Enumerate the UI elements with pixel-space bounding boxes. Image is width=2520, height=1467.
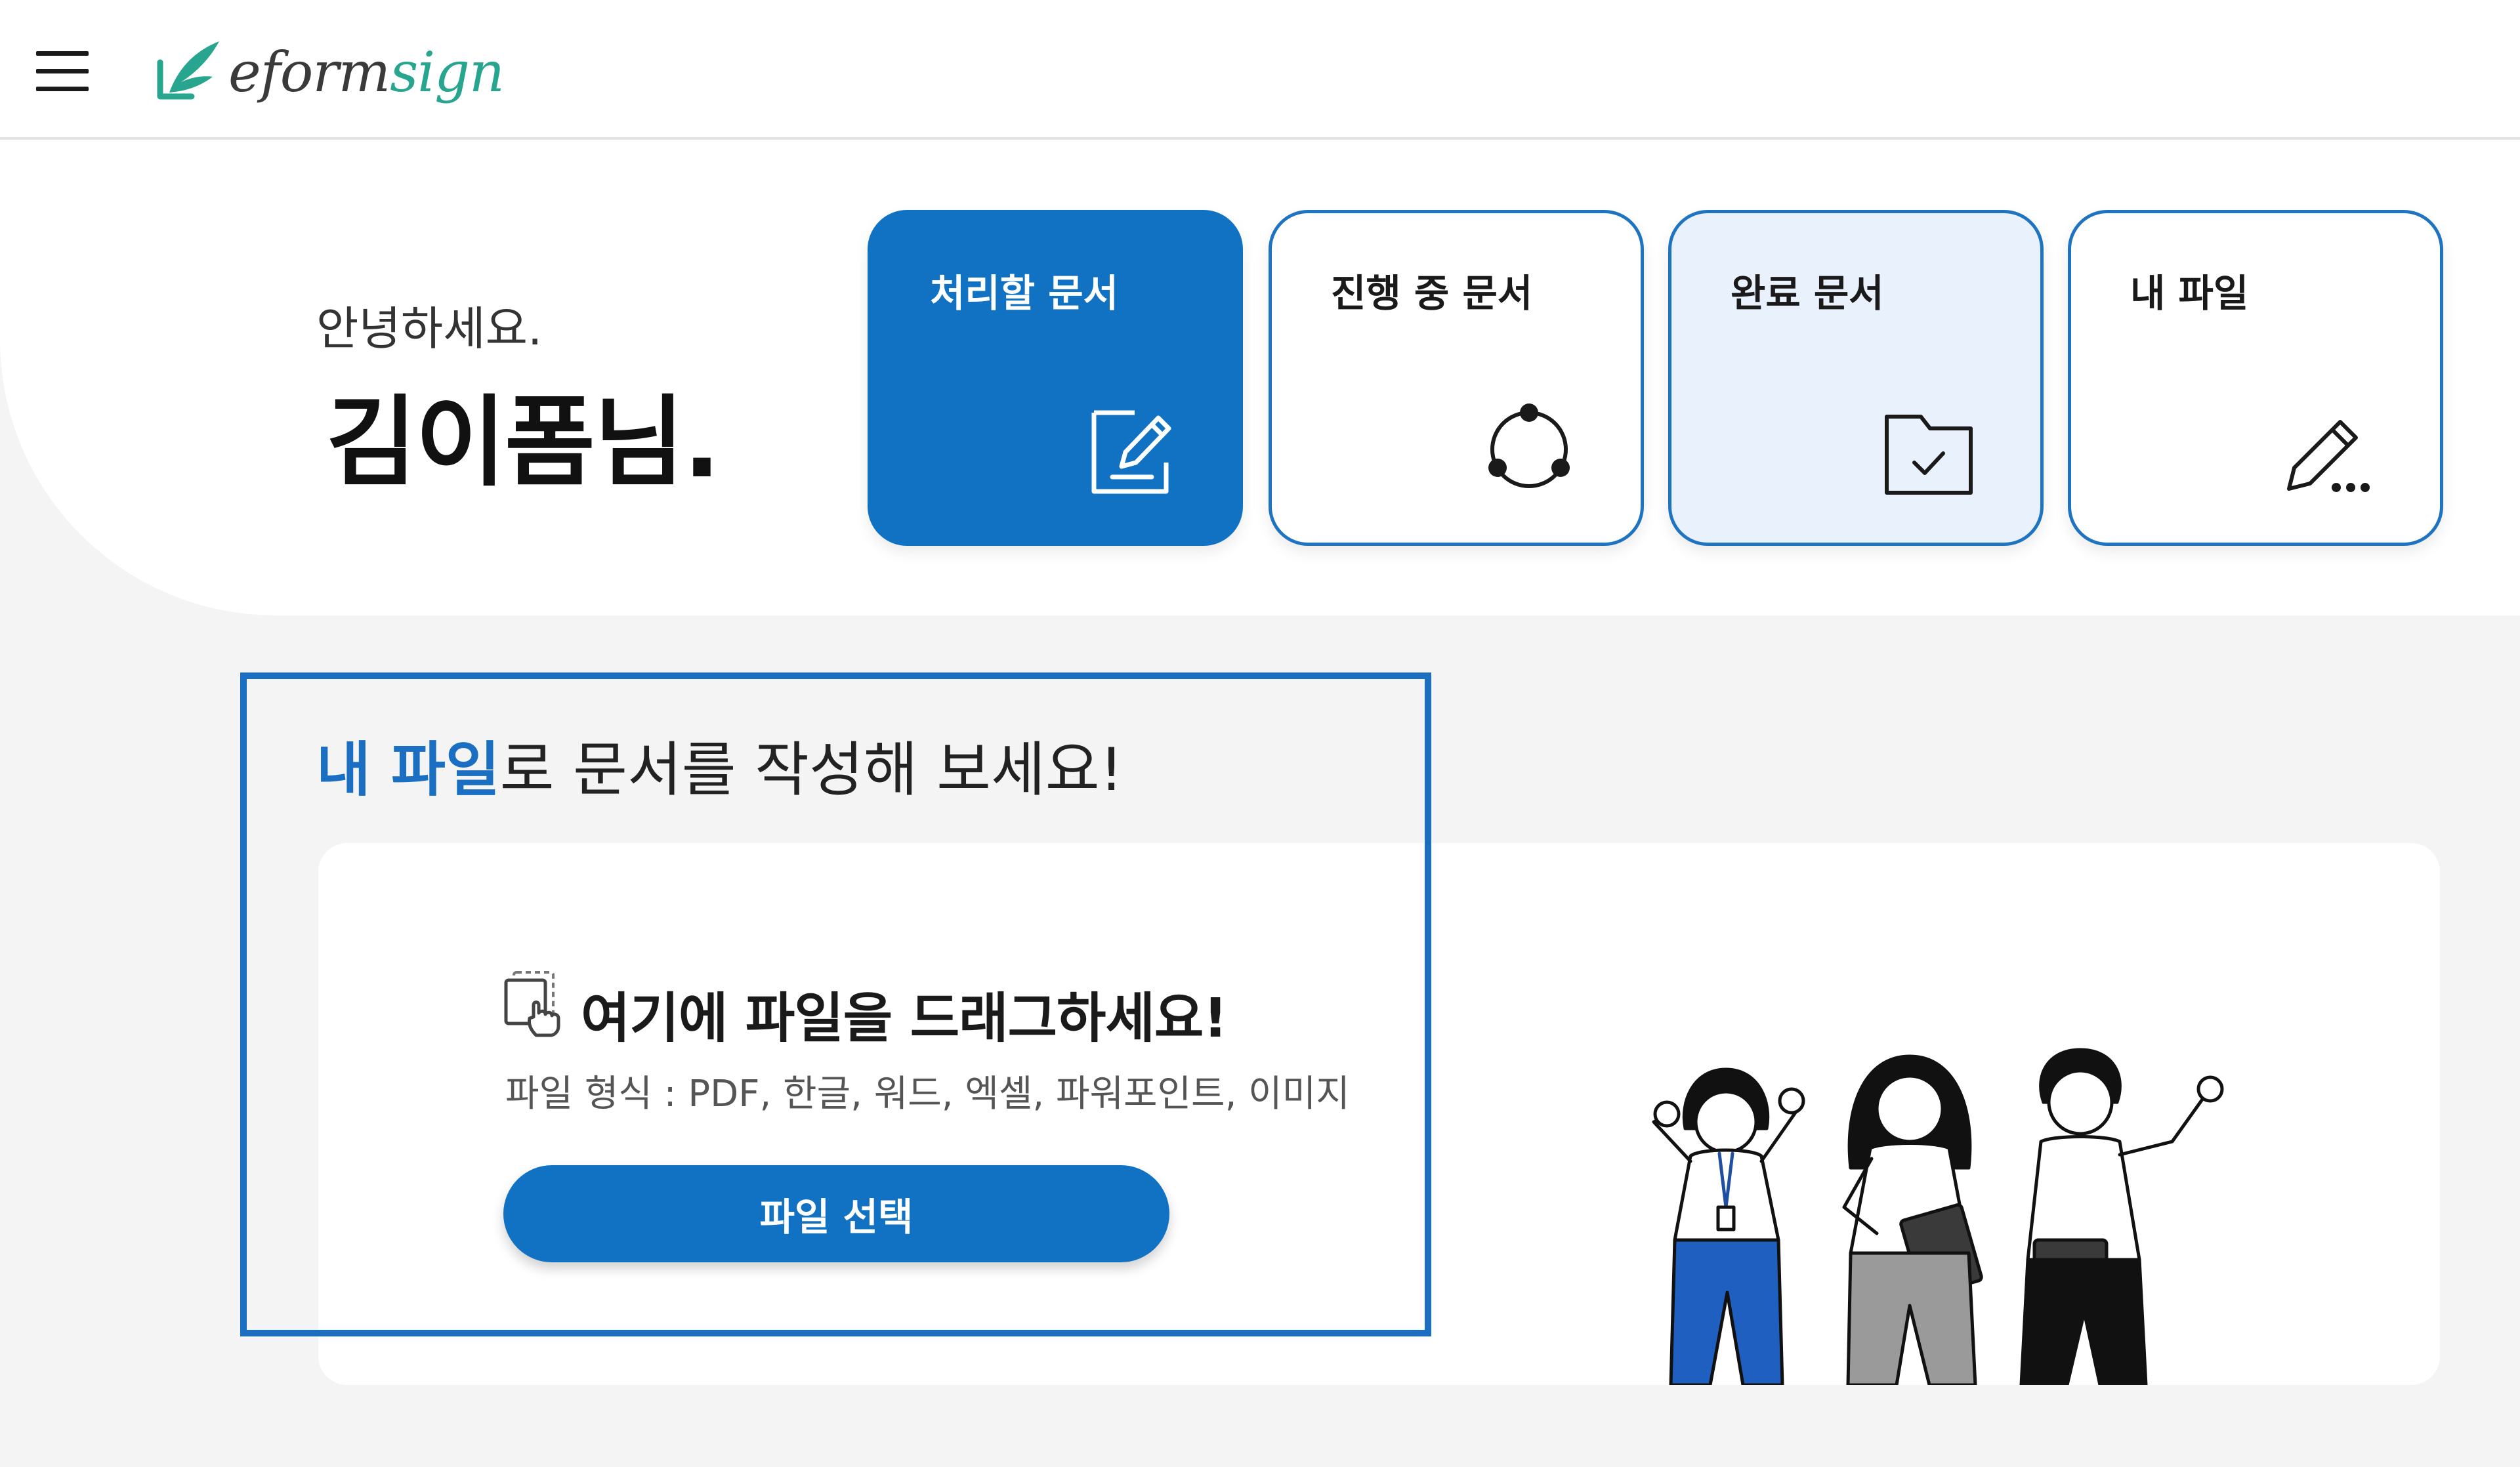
cycle-icon bbox=[1488, 403, 1570, 488]
section-title-rest: 로 문서를 작성해 보세요! bbox=[499, 735, 1124, 804]
eformsign-logo[interactable]: eformsign bbox=[152, 30, 505, 115]
card-my-files[interactable]: 내 파일 bbox=[2068, 210, 2443, 546]
folder-check-icon bbox=[1885, 415, 1973, 495]
logo-mark-icon bbox=[157, 41, 219, 100]
greeting-text: 안녕하세요. bbox=[316, 302, 543, 356]
menu-icon[interactable] bbox=[36, 51, 89, 92]
card-in-progress-documents[interactable]: 진행 중 문서 bbox=[1269, 210, 1644, 546]
top-header: eformsign bbox=[0, 0, 2520, 140]
user-name: 김이폼님. bbox=[326, 386, 721, 500]
select-file-button[interactable]: 파일 선택 bbox=[503, 1165, 1169, 1262]
card-label: 완료 문서 bbox=[1731, 271, 1884, 316]
logo-wordmark: eformsign bbox=[228, 40, 505, 104]
card-label: 진행 중 문서 bbox=[1331, 271, 1533, 316]
pencil-more-icon bbox=[2287, 420, 2370, 492]
section-title-highlight: 내 파일 bbox=[316, 735, 500, 804]
card-label: 내 파일 bbox=[2130, 271, 2249, 316]
people-illustration bbox=[1652, 1048, 2224, 1385]
dropzone-title: 여기에 파일을 드래그하세요! bbox=[581, 987, 1228, 1050]
document-edit-icon bbox=[1091, 410, 1171, 494]
card-completed-documents[interactable]: 완료 문서 bbox=[1668, 210, 2044, 546]
drag-file-icon bbox=[504, 971, 560, 1037]
section-title: 내 파일로 문서를 작성해 보세요! bbox=[316, 722, 1124, 807]
card-label: 처리할 문서 bbox=[930, 271, 1118, 316]
dropzone-formats: 파일 형식 : PDF, 한글, 워드, 엑셀, 파워포인트, 이미지 bbox=[505, 1073, 1350, 1115]
card-pending-documents[interactable]: 처리할 문서 bbox=[868, 210, 1243, 546]
